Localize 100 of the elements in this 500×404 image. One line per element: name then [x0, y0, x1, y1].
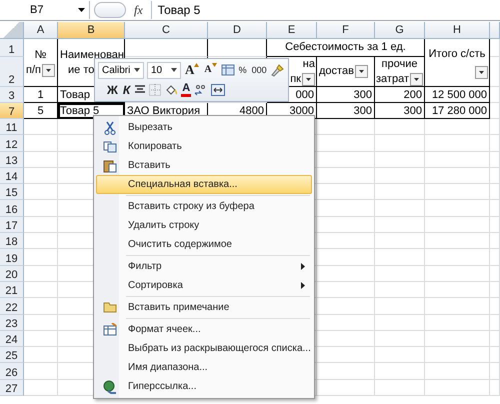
column-header[interactable]: E — [267, 22, 317, 39]
formula-field[interactable]: Товар 5 — [150, 1, 500, 19]
row-header[interactable]: 23 — [0, 314, 24, 331]
font-color-button[interactable]: A — [181, 83, 192, 97]
filter-dropdown-icon[interactable] — [354, 65, 368, 78]
row-header[interactable]: 12 — [0, 135, 24, 152]
menu-item[interactable]: Имя диапазона... — [96, 358, 312, 377]
row-header[interactable]: 15 — [0, 184, 24, 200]
row-header[interactable]: 11 — [0, 119, 24, 136]
note-icon — [102, 302, 116, 313]
row-header[interactable]: 13 — [0, 152, 24, 168]
empty-cell — [425, 347, 490, 364]
column-header[interactable]: G — [375, 22, 425, 39]
column-header[interactable]: D — [208, 22, 267, 39]
filter-dropdown-icon[interactable] — [475, 66, 488, 78]
table-cell: 5 — [24, 103, 58, 119]
table-cell: 300 — [375, 103, 425, 119]
font-size-dropdown[interactable]: 10 — [147, 62, 181, 78]
column-header[interactable]: A — [24, 22, 58, 39]
row-header[interactable]: 26 — [0, 363, 24, 380]
empty-cell — [425, 184, 490, 200]
filter-dropdown-icon[interactable] — [42, 64, 55, 76]
empty-cell — [317, 152, 375, 168]
menu-item[interactable]: Фильтр — [96, 257, 312, 276]
clipboard-icon — [102, 158, 116, 172]
row-header[interactable]: 21 — [0, 282, 24, 298]
empty-cell — [375, 233, 425, 250]
menu-item[interactable]: Сортировка — [96, 276, 312, 295]
table-styles-icon[interactable] — [220, 64, 235, 76]
menu-item[interactable]: Очистить содержимое — [96, 235, 312, 254]
row-header[interactable]: 27 — [0, 380, 24, 396]
column-header[interactable]: B — [58, 22, 125, 39]
filter-dropdown-icon[interactable] — [302, 72, 315, 86]
submenu-arrow-icon — [301, 263, 305, 270]
empty-cell — [375, 330, 425, 348]
menu-item[interactable]: Выбрать из раскрывающегося списка... — [96, 339, 312, 358]
grow-font-button[interactable]: A — [184, 63, 200, 77]
align-center-icon[interactable] — [134, 85, 146, 95]
menu-item[interactable]: Копировать — [96, 137, 312, 156]
header-cell: Итого с/сть — [425, 39, 490, 87]
empty-cell — [375, 249, 425, 266]
menu-item[interactable]: Вставить строку из буфера — [96, 197, 312, 216]
thousands-separator-button[interactable]: 000 — [250, 63, 268, 77]
row-header[interactable]: 2 — [0, 57, 24, 87]
menu-item[interactable]: Формат ячеек... — [96, 320, 312, 339]
percent-button[interactable]: % — [238, 63, 248, 77]
shrink-font-button[interactable]: A — [203, 63, 218, 77]
menu-item[interactable]: Гиперссылка... — [96, 377, 312, 396]
row-header[interactable]: 14 — [0, 168, 24, 184]
row-header[interactable]: 17 — [0, 216, 24, 234]
font-dropdown[interactable]: Calibri — [98, 62, 144, 78]
table-icon — [102, 323, 116, 336]
column-header[interactable]: F — [317, 22, 375, 39]
empty-cell — [425, 282, 490, 298]
column-header[interactable]: C — [125, 22, 208, 39]
menu-item[interactable]: Вставить примечание — [96, 298, 312, 317]
submenu-arrow-icon — [301, 282, 305, 289]
empty-cell — [490, 347, 500, 364]
empty-cell — [375, 282, 425, 298]
empty-cell — [425, 330, 490, 348]
empty-cell — [490, 266, 500, 282]
empty-cell — [490, 314, 500, 331]
dropdown-icon — [171, 68, 177, 72]
menu-item[interactable]: Удалить строку — [96, 216, 312, 235]
paint-bucket-icon[interactable] — [164, 84, 178, 96]
filter-dropdown-icon[interactable] — [410, 72, 423, 86]
insert-function-button[interactable]: fx — [134, 3, 143, 17]
empty-cell — [490, 184, 500, 200]
merge-cells-icon[interactable] — [211, 84, 226, 96]
row-header[interactable]: 18 — [0, 233, 24, 250]
table-cell: 200 — [375, 87, 425, 103]
empty-cell — [375, 184, 425, 200]
row-header[interactable]: 16 — [0, 200, 24, 217]
empty-cell — [317, 168, 375, 184]
empty-cell — [425, 380, 490, 396]
menu-item[interactable]: Вырезать — [96, 118, 312, 137]
column-header[interactable]: H — [425, 22, 490, 39]
row-header[interactable]: 20 — [0, 266, 24, 282]
row-header[interactable]: 25 — [0, 347, 24, 364]
empty-cell — [317, 184, 375, 200]
empty-cell — [375, 266, 425, 282]
row-header[interactable]: 22 — [0, 298, 24, 315]
empty-cell — [317, 200, 375, 217]
empty-cell — [425, 266, 490, 282]
row-header[interactable]: 19 — [0, 249, 24, 266]
empty-cell — [490, 152, 500, 168]
empty-cell — [375, 363, 425, 380]
empty-cell — [375, 168, 425, 184]
copy-icon — [102, 140, 116, 152]
row-header[interactable]: 7 — [0, 103, 24, 119]
brush-icon[interactable] — [270, 63, 285, 77]
row-header[interactable]: 1 — [0, 39, 24, 57]
empty-cell — [375, 135, 425, 152]
menu-item[interactable]: Специальная вставка... — [96, 175, 312, 194]
empty-cell — [425, 298, 490, 315]
row-header[interactable]: 24 — [0, 330, 24, 348]
row-header[interactable]: 3 — [0, 87, 24, 103]
menu-item[interactable]: Вставить — [96, 156, 312, 175]
name-box[interactable]: B7 — [0, 1, 90, 19]
expand-handle[interactable] — [94, 2, 126, 18]
